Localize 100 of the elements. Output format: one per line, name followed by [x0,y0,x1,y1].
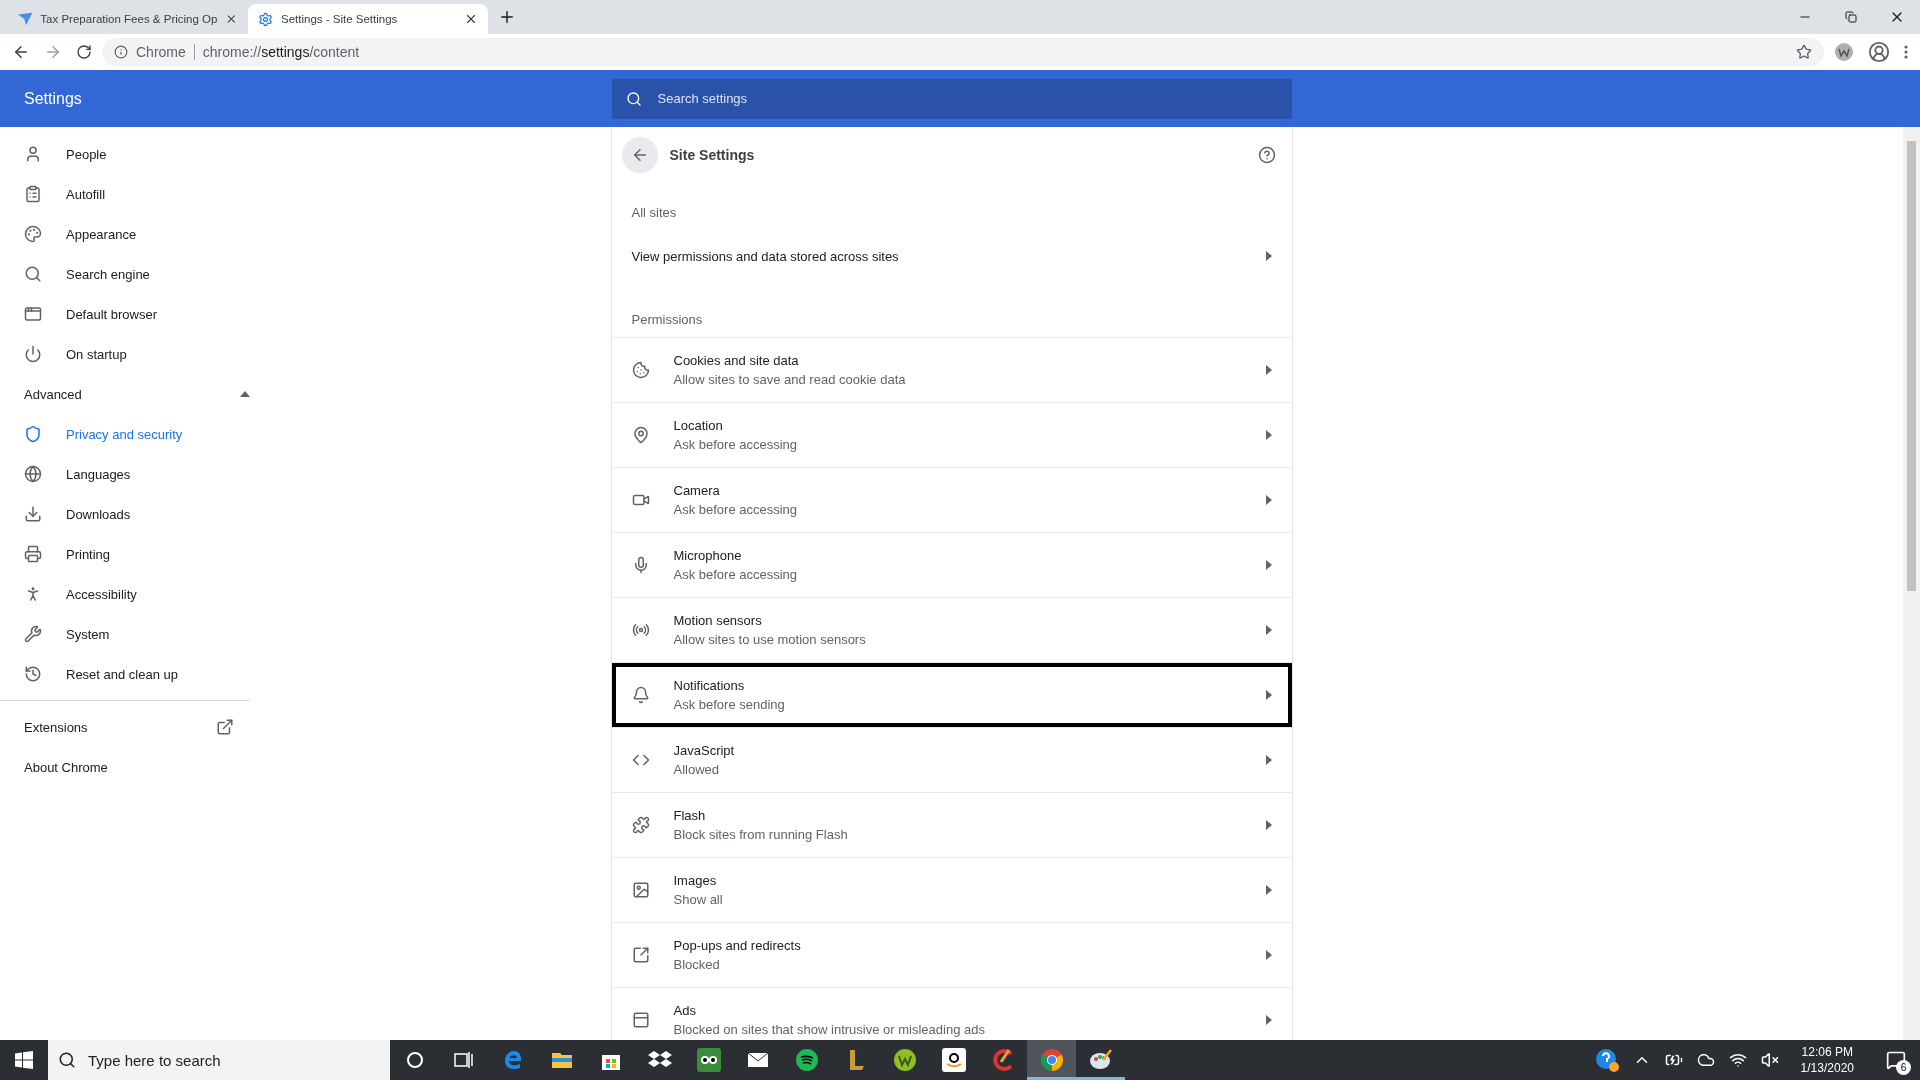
chevron-right-icon [1265,690,1272,700]
external-link-icon [631,946,650,964]
permission-row[interactable]: Location Ask before accessing [611,402,1292,467]
permission-row[interactable]: Camera Ask before accessing [611,467,1292,532]
puzzle-piece-icon [631,816,650,834]
gear-icon [258,11,273,27]
taskbar-search-field[interactable]: Type here to search [48,1040,390,1080]
about-link[interactable]: About Chrome [0,747,234,787]
close-icon[interactable] [225,12,238,26]
sidebar-item[interactable]: Reset and clean up [0,654,250,694]
tab-title: Tax Preparation Fees & Pricing Op [40,13,218,25]
palette-icon [24,225,42,243]
scrollbar[interactable] [1903,127,1920,1040]
help-badge-icon[interactable] [1594,1048,1619,1072]
chevron-right-icon [1265,560,1272,570]
signal-waves-icon [631,621,650,639]
sidebar-item[interactable]: System [0,614,250,654]
chevron-right-icon [1265,755,1272,765]
wifi-icon[interactable] [1728,1051,1747,1069]
power-icon [24,345,42,363]
site-chip: Chrome [136,44,195,60]
tab-title: Settings - Site Settings [281,13,399,25]
sidebar-item[interactable]: Accessibility [0,574,250,614]
chevron-right-icon [1265,1015,1272,1025]
globe-icon [24,465,42,483]
spotify-icon [794,1048,819,1072]
permission-row[interactable]: Images Show all [611,857,1292,922]
muted-speaker-icon[interactable] [1760,1051,1779,1069]
permission-title: Images [673,873,718,888]
clock-time: 12:06 PM [1801,1045,1853,1059]
permission-row[interactable]: Microphone Ask before accessing [611,532,1292,597]
chevron-right-icon [1265,885,1272,895]
sidebar-item[interactable]: Search engine [0,254,250,294]
notification-count: 6 [1896,1060,1911,1075]
sidebar-item[interactable]: Appearance [0,214,250,254]
external-link-icon [216,718,234,736]
cookie-icon [631,361,650,379]
search-field[interactable]: Search settings [611,78,1292,119]
permission-row[interactable]: Pop-ups and redirects Blocked [611,922,1292,987]
section-heading: Permissions [630,311,704,329]
permission-title: Flash [673,808,707,823]
sidebar-item[interactable]: Downloads [0,494,250,534]
sidebar-item[interactable]: Default browser [0,294,250,334]
url-text: chrome://settings/content [202,44,360,60]
help-icon[interactable] [1257,146,1276,164]
close-icon[interactable] [464,12,478,26]
info-icon [114,45,128,59]
section-heading: All sites [630,204,678,222]
restore-icon [1845,11,1857,23]
address-bar[interactable]: Chrome chrome://settings/content [102,38,1824,66]
clock[interactable]: 12:06 PM 1/13/2020 [1792,1045,1862,1075]
sidebar-item[interactable]: Printing [0,534,250,574]
chevron-right-icon [1265,251,1272,261]
task-view-icon [453,1051,474,1069]
chevron-right-icon [1265,625,1272,635]
permission-row[interactable]: Notifications Ask before sending [611,662,1292,727]
sidebar-item[interactable]: Autofill [0,174,250,214]
permission-row[interactable]: JavaScript Allowed [611,727,1292,792]
image-icon [631,881,650,899]
permission-row[interactable]: Flash Block sites from running Flash [611,792,1292,857]
search-icon [625,90,642,107]
sidebar-item[interactable]: On startup [0,334,250,374]
permission-row[interactable]: Cookies and site data Allow sites to save and read cookie data [611,337,1292,402]
bookmark-star-icon[interactable] [1796,44,1812,60]
permission-status: Block sites from running Flash [673,827,849,842]
permission-status: Ask before sending [673,697,786,712]
browser-tab[interactable]: Settings - Site Settings [248,4,488,34]
permission-status: Allow sites to use motion sensors [673,632,867,647]
permission-title: Motion sensors [673,613,763,628]
permission-status: Ask before accessing [673,567,799,582]
sidebar-item[interactable]: Privacy and security [0,414,250,454]
history-icon [24,665,42,683]
paint-palette-icon [1088,1048,1113,1072]
reload-icon [76,44,92,60]
sidebar-item[interactable]: People [0,134,250,174]
cloud-icon[interactable] [1696,1051,1715,1069]
permission-title: Location [673,418,724,433]
permission-title: Notifications [673,678,746,693]
wrench-icon [24,625,42,643]
browser-window-icon [24,305,42,323]
permission-title: Cookies and site data [673,353,800,368]
sidebar-item[interactable]: Languages [0,454,250,494]
permission-title: Pop-ups and redirects [673,938,802,953]
permission-title: Ads [673,1003,697,1018]
clock-date: 1/13/2020 [1800,1061,1854,1075]
permission-status: Show all [673,892,724,907]
advanced-toggle[interactable]: Advanced [0,374,274,414]
chevron-right-icon [1265,820,1272,830]
account-icon [1868,41,1890,63]
windows-logo-icon [15,1051,33,1069]
permission-status: Ask before accessing [673,437,799,452]
notifications-button[interactable]: 6 [1876,1040,1916,1080]
extensions-link[interactable]: Extensions [0,707,234,747]
permission-row[interactable]: Motion sensors Allow sites to use motion sensors [611,597,1292,662]
all-sites-row[interactable]: View permissions and data stored across sites [611,230,1292,282]
chevron-right-icon [1265,430,1272,440]
forward-arrow-icon [44,43,62,61]
shield-icon [24,425,42,443]
browser-tab[interactable]: Tax Preparation Fees & Pricing Op [8,4,248,34]
back-button[interactable] [621,137,658,173]
